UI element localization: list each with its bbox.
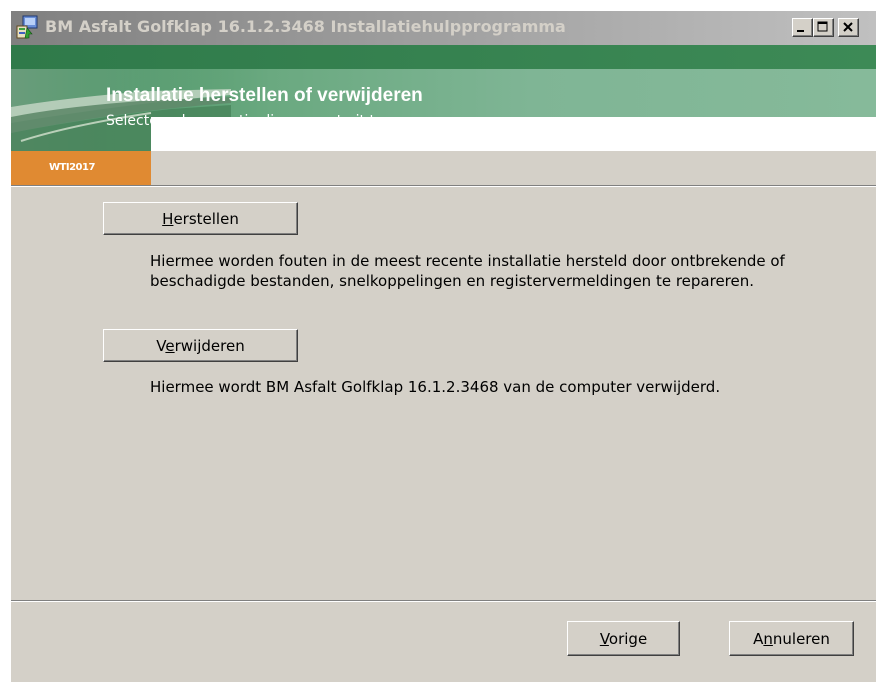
minimize-icon xyxy=(797,30,804,32)
header-separator xyxy=(11,185,876,187)
repair-button-label: Herstellen xyxy=(162,209,239,228)
wti-badge-label: WTI2017 xyxy=(49,162,95,173)
repair-button[interactable]: Herstellen xyxy=(103,202,298,235)
maximize-icon xyxy=(817,21,828,32)
repair-description: Hiermee worden fouten in de meest recent… xyxy=(150,252,785,290)
remove-button-label: Verwijderen xyxy=(156,336,245,355)
footer-separator xyxy=(11,600,876,602)
minimize-button[interactable] xyxy=(792,18,813,37)
back-button[interactable]: Vorige xyxy=(567,621,680,656)
cancel-button[interactable]: Annuleren xyxy=(729,621,854,656)
title-bar[interactable]: BM Asfalt Golfklap 16.1.2.3468 Installat… xyxy=(11,11,876,45)
window-title: BM Asfalt Golfklap 16.1.2.3468 Installat… xyxy=(45,17,566,36)
back-button-label: Vorige xyxy=(599,629,648,648)
banner-title: Installatie herstellen of verwijderen xyxy=(106,85,423,106)
banner-white-strip xyxy=(151,117,876,151)
close-icon xyxy=(843,22,853,32)
maximize-button[interactable] xyxy=(813,18,834,37)
remove-description: Hiermee wordt BM Asfalt Golfklap 16.1.2.… xyxy=(150,378,721,396)
installer-app-icon xyxy=(16,15,38,39)
cancel-button-label: Annuleren xyxy=(753,629,830,648)
wti-badge: WTI2017 xyxy=(11,151,151,185)
close-button[interactable] xyxy=(838,18,859,37)
remove-button[interactable]: Verwijderen xyxy=(103,329,298,362)
installer-window: BM Asfalt Golfklap 16.1.2.3468 Installat… xyxy=(10,10,876,682)
